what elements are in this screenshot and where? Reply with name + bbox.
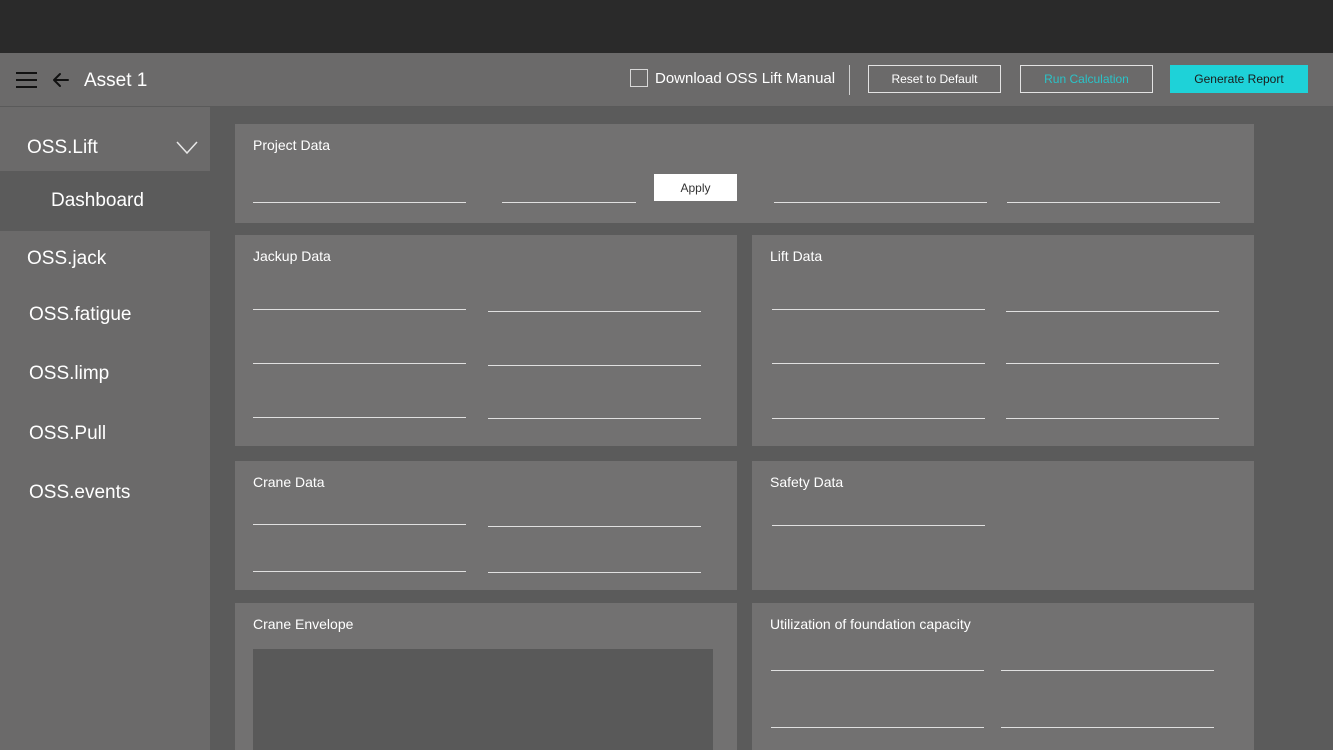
- utilization-field[interactable]: [771, 670, 984, 671]
- download-manual-toggle[interactable]: Download OSS Lift Manual: [630, 69, 835, 87]
- panel-title: Jackup Data: [253, 248, 331, 264]
- panel-title: Safety Data: [770, 474, 844, 490]
- utilization-field[interactable]: [771, 727, 984, 728]
- page-title: Asset 1: [84, 70, 148, 91]
- sidebar-item-dashboard[interactable]: Dashboard: [0, 171, 210, 231]
- back-arrow-icon[interactable]: [51, 70, 71, 90]
- project-field-1[interactable]: [253, 202, 466, 203]
- project-field-3[interactable]: [774, 202, 987, 203]
- sidebar-item-label: OSS.Pull: [29, 423, 107, 444]
- lift-data-panel: Lift Data: [752, 235, 1254, 446]
- crane-field[interactable]: [253, 524, 466, 525]
- panel-title: Crane Envelope: [253, 616, 354, 632]
- crane-field[interactable]: [253, 571, 466, 572]
- sidebar-item-label: OSS.events: [29, 482, 131, 503]
- hamburger-menu-icon[interactable]: [16, 72, 37, 88]
- crane-data-panel: Crane Data: [235, 461, 737, 590]
- crane-envelope-chart-area: [253, 649, 713, 750]
- generate-report-button[interactable]: Generate Report: [1170, 65, 1308, 93]
- jackup-field[interactable]: [488, 365, 701, 366]
- crane-field[interactable]: [488, 526, 701, 527]
- sidebar-item-label: OSS.jack: [27, 248, 107, 269]
- utilization-field[interactable]: [1001, 727, 1214, 728]
- safety-data-panel: Safety Data: [752, 461, 1254, 590]
- sidebar-subitem-label: Dashboard: [51, 190, 144, 211]
- panel-title: Lift Data: [770, 248, 823, 264]
- lift-field[interactable]: [1006, 363, 1219, 364]
- safety-field[interactable]: [772, 525, 985, 526]
- jackup-data-panel: Jackup Data: [235, 235, 737, 446]
- apply-button[interactable]: Apply: [654, 174, 737, 201]
- sidebar-item-label: OSS.Lift: [27, 137, 98, 158]
- sidebar-item-label: OSS.fatigue: [29, 304, 132, 325]
- header-divider: [849, 65, 850, 95]
- project-field-2[interactable]: [502, 202, 636, 203]
- lift-field[interactable]: [1006, 311, 1219, 312]
- project-field-4[interactable]: [1007, 202, 1220, 203]
- project-data-panel: Project Data Apply: [235, 124, 1254, 223]
- lift-field[interactable]: [1006, 418, 1219, 419]
- reset-to-default-button[interactable]: Reset to Default: [868, 65, 1001, 93]
- sidebar: OSS.Lift Dashboard OSS.jack OSS.fatigue …: [0, 107, 210, 750]
- lift-field[interactable]: [772, 363, 985, 364]
- top-bar: [0, 0, 1333, 53]
- run-calculation-button[interactable]: Run Calculation: [1020, 65, 1153, 93]
- crane-envelope-panel: Crane Envelope: [235, 603, 737, 750]
- panel-title: Utilization of foundation capacity: [770, 616, 971, 632]
- download-manual-checkbox[interactable]: [630, 69, 648, 87]
- panel-title: Crane Data: [253, 474, 325, 490]
- jackup-field[interactable]: [253, 309, 466, 310]
- jackup-field[interactable]: [253, 363, 466, 364]
- utilization-field[interactable]: [1001, 670, 1214, 671]
- utilization-panel: Utilization of foundation capacity: [752, 603, 1254, 750]
- chevron-down-icon[interactable]: [176, 141, 198, 155]
- download-manual-label: Download OSS Lift Manual: [655, 69, 836, 87]
- header-bar: Asset 1 Download OSS Lift Manual Reset t…: [0, 53, 1333, 107]
- panel-title: Project Data: [253, 137, 331, 153]
- jackup-field[interactable]: [488, 311, 701, 312]
- lift-field[interactable]: [772, 418, 985, 419]
- jackup-field[interactable]: [488, 418, 701, 419]
- lift-field[interactable]: [772, 309, 985, 310]
- sidebar-item-label: OSS.limp: [29, 363, 110, 384]
- jackup-field[interactable]: [253, 417, 466, 418]
- crane-field[interactable]: [488, 572, 701, 573]
